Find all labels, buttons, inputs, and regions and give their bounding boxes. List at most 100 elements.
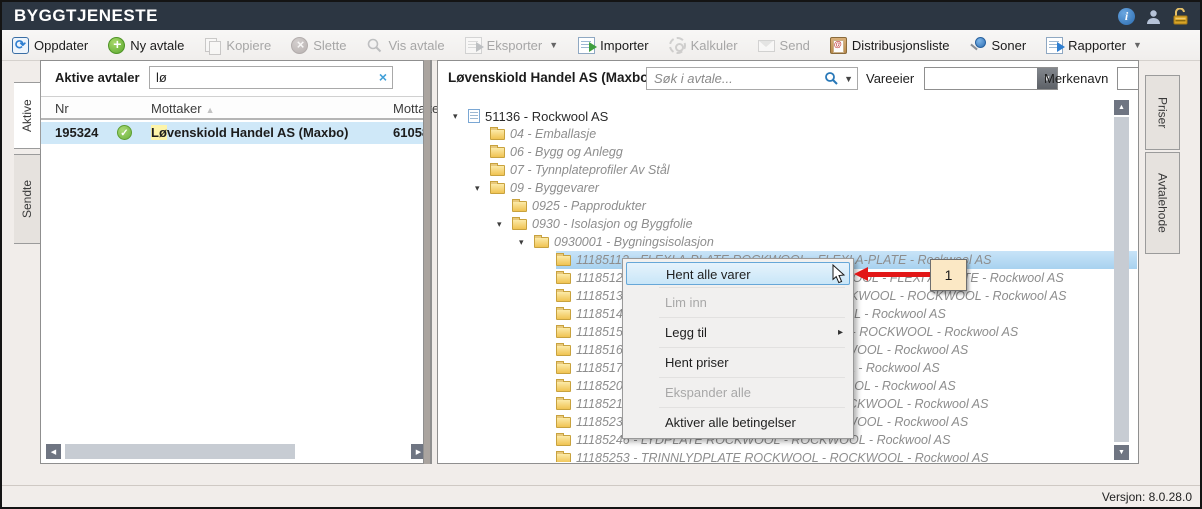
- import-icon: [578, 37, 595, 54]
- statusbar: Versjon: 8.0.28.0: [2, 485, 1200, 507]
- folder-icon: [556, 453, 571, 463]
- menu-separator: [659, 407, 845, 408]
- info-icon[interactable]: i: [1118, 8, 1135, 25]
- horizontal-scrollbar-thumb[interactable]: [65, 444, 295, 459]
- column-header-nr[interactable]: Nr: [55, 101, 69, 116]
- folder-icon: [556, 345, 571, 356]
- folder-icon: [490, 147, 505, 158]
- copy-button[interactable]: Kopiere: [204, 37, 271, 54]
- folder-icon: [490, 129, 505, 140]
- caret-down-icon[interactable]: ▾: [497, 219, 512, 230]
- vertical-scrollbar-thumb[interactable]: [1114, 117, 1129, 442]
- agreement-search-box: ×: [149, 66, 393, 89]
- folder-icon: [556, 327, 571, 338]
- chevron-down-icon: ▼: [549, 40, 558, 50]
- view-agreement-button[interactable]: Vis avtale: [366, 37, 444, 54]
- zones-button[interactable]: Soner: [969, 37, 1026, 54]
- agreement-grid-header: Nr Mottaker▲ Mottaker: [41, 96, 431, 120]
- caret-down-icon[interactable]: ▾: [519, 237, 534, 248]
- tree-item[interactable]: 11185253 - TRINNLYDPLATE ROCKWOOL - ROCK…: [439, 449, 1137, 462]
- tab-sendte[interactable]: Sendte: [14, 154, 41, 244]
- menu-item-lim-inn[interactable]: Lim inn: [623, 290, 853, 315]
- check-icon: ✓: [117, 125, 132, 140]
- caret-down-icon[interactable]: ▾: [475, 183, 490, 194]
- tree-search-input[interactable]: [652, 69, 812, 88]
- distribution-list-button[interactable]: Distribusjonsliste: [830, 37, 950, 54]
- submenu-arrow-icon: ▸: [838, 320, 843, 345]
- calculate-button[interactable]: Kalkuler: [669, 37, 738, 54]
- tab-avtalehode[interactable]: Avtalehode: [1145, 152, 1180, 254]
- annotation-arrow-shaft: [867, 272, 931, 277]
- search-icon[interactable]: [824, 71, 839, 91]
- menu-separator: [659, 347, 845, 348]
- vareeier-label: Vareeier: [866, 71, 914, 86]
- unlocked-padlock-icon[interactable]: [1172, 8, 1190, 25]
- chevron-down-icon[interactable]: ▼: [844, 74, 853, 84]
- menu-separator: [659, 287, 845, 288]
- delete-button[interactable]: Slette: [291, 37, 346, 54]
- app-window: BYGGTJENESTE i Oppdater Ny avtale Kopier…: [0, 0, 1202, 509]
- annotation-step-badge: 1: [930, 259, 967, 291]
- folder-icon: [556, 291, 571, 302]
- sort-asc-icon: ▲: [206, 105, 215, 115]
- folder-icon: [556, 273, 571, 284]
- folder-icon: [556, 309, 571, 320]
- titlebar: BYGGTJENESTE i: [2, 2, 1200, 30]
- mouse-cursor-icon: [832, 264, 848, 289]
- tree-item[interactable]: 06 - Bygg og Anlegg: [439, 143, 1137, 161]
- refresh-icon: [12, 37, 29, 54]
- tree-item[interactable]: 04 - Emballasje: [439, 125, 1137, 143]
- agreement-mottaker: Løvenskiold Handel AS (Maxbo): [151, 125, 348, 140]
- menu-item-aktiver-alle-betingelser[interactable]: Aktiver alle betingelser: [623, 410, 853, 435]
- refresh-button[interactable]: Oppdater: [12, 37, 88, 54]
- send-button[interactable]: Send: [758, 38, 810, 53]
- panel-splitter[interactable]: [423, 60, 431, 464]
- tab-priser[interactable]: Priser: [1145, 75, 1180, 150]
- new-agreement-button[interactable]: Ny avtale: [108, 37, 184, 54]
- scroll-left-button[interactable]: ◀: [46, 444, 61, 459]
- tree-item[interactable]: 07 - Tynnplateprofiler Av Stål: [439, 161, 1137, 179]
- tree-search-box: ▼: [646, 67, 858, 90]
- agreement-row-selected[interactable]: 195324 ✓ Løvenskiold Handel AS (Maxbo) 6…: [41, 122, 431, 144]
- context-menu: Hent alle varer Lim inn Legg til ▸ Hent …: [622, 258, 854, 439]
- folder-icon: [556, 417, 571, 428]
- agreement-detail-panel: Løvenskiold Handel AS (Maxbo) ▼ Vareeier…: [437, 60, 1139, 464]
- menu-item-ekspander-alle[interactable]: Ekspander alle: [623, 380, 853, 405]
- menu-item-hent-alle-varer[interactable]: Hent alle varer: [626, 262, 850, 285]
- agreement-list-panel: Aktive avtaler × Nr Mottaker▲ Mottaker 1…: [40, 60, 432, 464]
- tree-item[interactable]: 0925 - Papprodukter: [439, 197, 1137, 215]
- folder-icon: [512, 201, 527, 212]
- document-icon: [468, 109, 480, 123]
- vareeier-combobox[interactable]: ▼: [924, 67, 1058, 90]
- user-icon[interactable]: [1145, 8, 1162, 25]
- menu-separator: [659, 377, 845, 378]
- export-button[interactable]: Eksporter ▼: [465, 37, 559, 54]
- agreement-search-input[interactable]: [154, 68, 369, 87]
- clear-search-icon[interactable]: ×: [379, 69, 387, 85]
- export-icon: [465, 37, 482, 54]
- agreement-nr: 195324: [55, 125, 98, 140]
- folder-icon: [556, 381, 571, 392]
- pin-icon: [969, 37, 986, 54]
- tree-item[interactable]: ▾ 51136 - Rockwool AS: [439, 107, 1137, 125]
- merkenavn-input[interactable]: [1117, 67, 1139, 90]
- copy-icon: [204, 37, 221, 54]
- menu-item-legg-til[interactable]: Legg til ▸: [623, 320, 853, 345]
- merkenavn-label: Merkenavn: [1044, 71, 1108, 86]
- tab-aktive[interactable]: Aktive: [14, 82, 41, 149]
- scroll-up-button[interactable]: ▲: [1114, 100, 1129, 115]
- folder-icon: [534, 237, 549, 248]
- column-header-mottaker-id[interactable]: Mottaker: [393, 101, 444, 116]
- add-icon: [108, 37, 125, 54]
- tree-item[interactable]: ▾ 0930001 - Bygningsisolasjon: [439, 233, 1137, 251]
- caret-down-icon[interactable]: ▾: [453, 111, 468, 122]
- menu-item-hent-priser[interactable]: Hent priser: [623, 350, 853, 375]
- scroll-down-button[interactable]: ▼: [1114, 445, 1129, 460]
- folder-icon: [556, 363, 571, 374]
- tree-item[interactable]: ▾ 09 - Byggevarer: [439, 179, 1137, 197]
- tree-item[interactable]: ▾ 0930 - Isolasjon og Byggfolie: [439, 215, 1137, 233]
- column-header-mottaker[interactable]: Mottaker▲: [151, 101, 215, 116]
- reports-button[interactable]: Rapporter ▼: [1046, 37, 1142, 54]
- import-button[interactable]: Importer: [578, 37, 648, 54]
- folder-icon: [556, 435, 571, 446]
